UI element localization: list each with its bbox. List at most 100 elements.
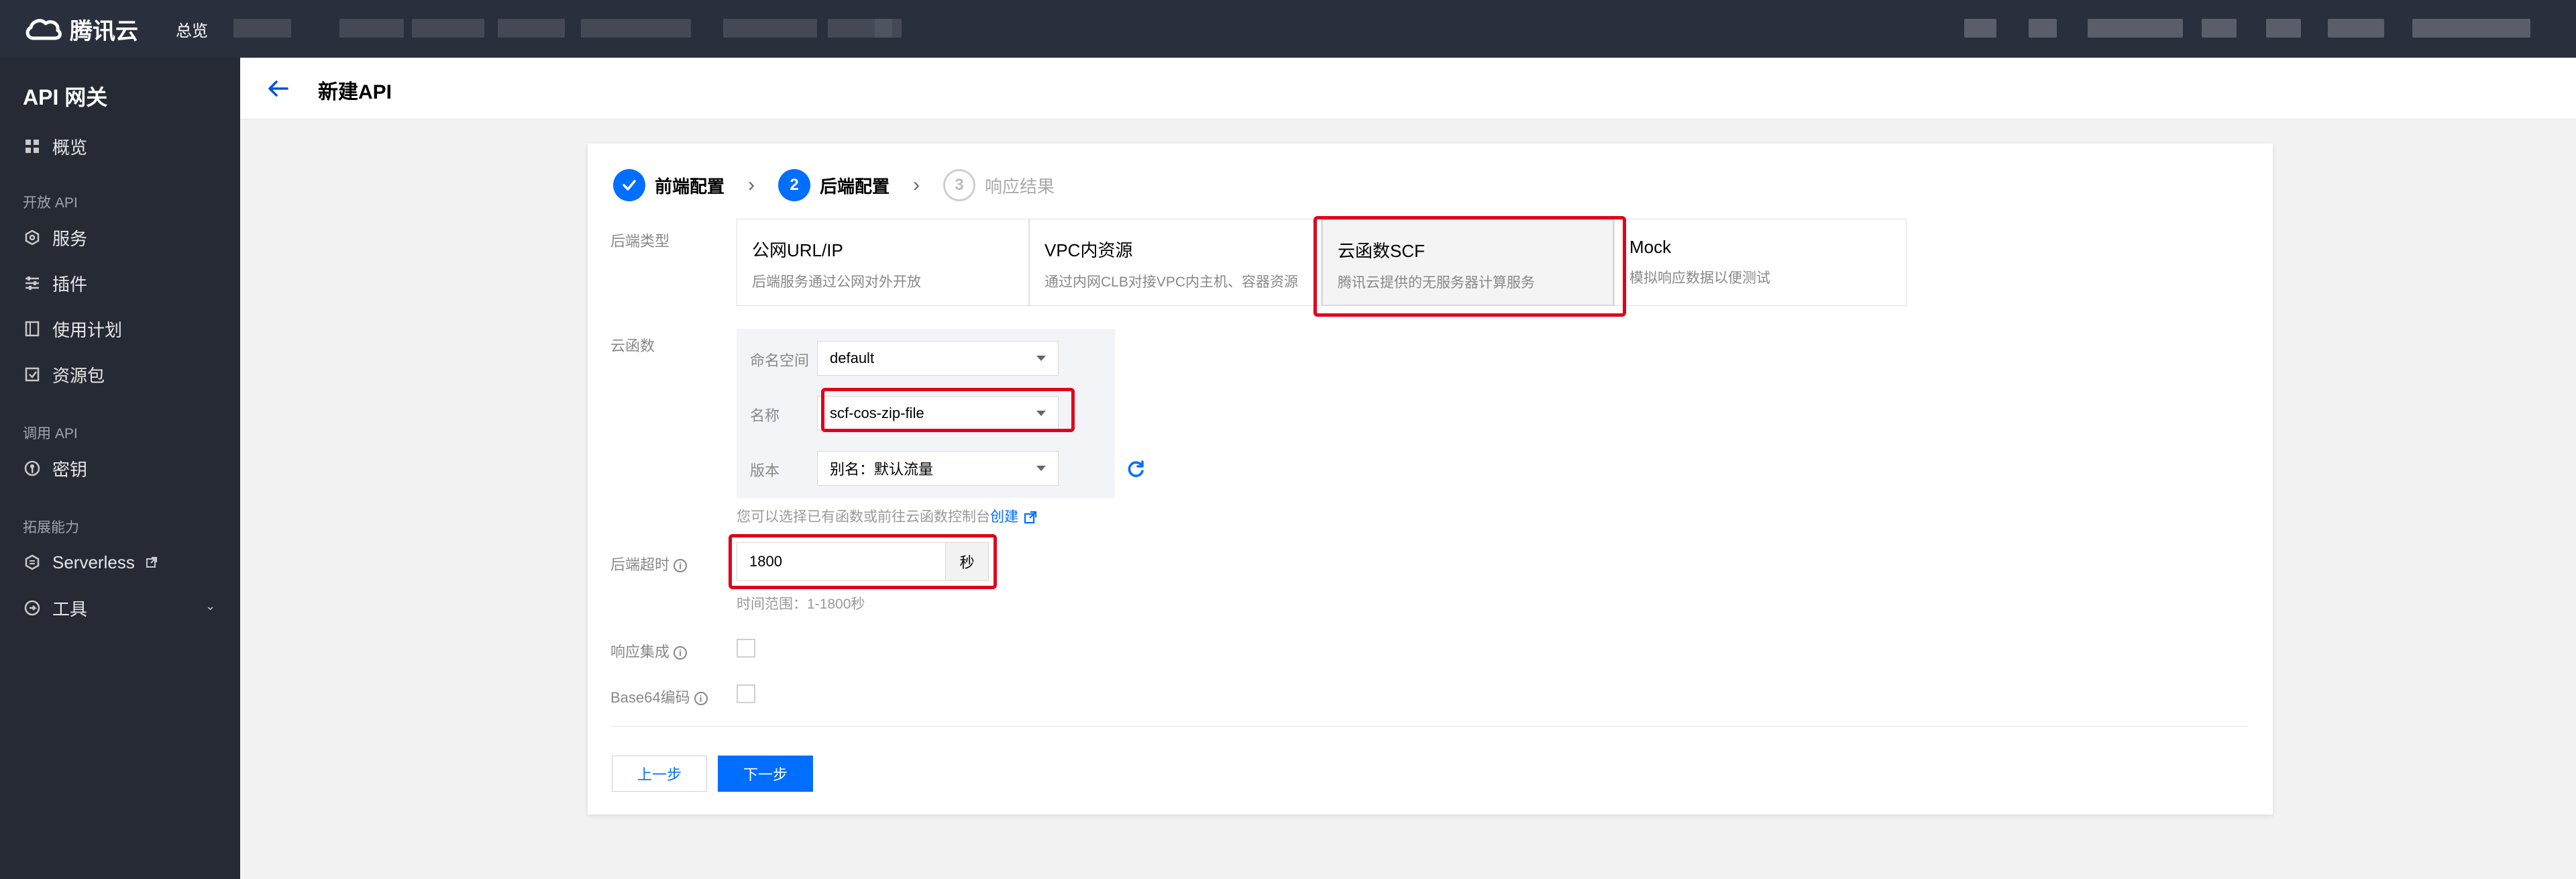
sidebar-group-extensions: 拓展能力 xyxy=(23,520,79,535)
step-frontend-config[interactable]: 前端配置 xyxy=(613,169,724,201)
backend-type-desc: 模拟响应数据以便测试 xyxy=(1629,270,1770,286)
sidebar-item-tools[interactable]: 工具 xyxy=(23,593,87,623)
cube-icon xyxy=(23,228,42,247)
step-response-result: 3 响应结果 xyxy=(943,169,1055,201)
chevron-down-icon[interactable]: ⌄ xyxy=(205,599,215,613)
backend-type-title: VPC内资源 xyxy=(1044,240,1133,260)
sliders-icon xyxy=(23,274,42,293)
timeout-label: 后端超时 xyxy=(610,556,670,573)
cloud-logo-icon xyxy=(25,19,62,40)
sidebar-item-services[interactable]: 服务 xyxy=(23,223,87,252)
check-icon xyxy=(613,169,645,201)
info-icon[interactable]: i xyxy=(674,646,688,660)
response-integration-label-row: 响应集成 i xyxy=(610,640,688,662)
create-function-link[interactable]: 创建 xyxy=(990,509,1018,525)
sidebar-item-resource-packs[interactable]: 资源包 xyxy=(23,360,105,389)
info-icon[interactable]: i xyxy=(674,559,688,573)
sidebar-title: API 网关 xyxy=(23,85,108,109)
function-hint: 您可以选择已有函数或前往云函数控制台创建 xyxy=(737,506,1037,526)
refresh-icon[interactable] xyxy=(1126,459,1146,479)
sidebar-item-usage-plans[interactable]: 使用计划 xyxy=(23,314,122,344)
obscured-nav-item[interactable] xyxy=(339,19,404,38)
function-hint-text: 您可以选择已有函数或前往云函数控制台 xyxy=(737,509,990,525)
external-link-icon xyxy=(146,552,158,573)
obscured-toolbar-item[interactable] xyxy=(2202,19,2237,38)
step-backend-config[interactable]: 2 后端配置 xyxy=(778,169,890,201)
response-integration-checkbox[interactable] xyxy=(737,639,755,658)
brand-logo[interactable]: 腾讯云 xyxy=(23,12,138,46)
highlight-box xyxy=(821,388,1075,432)
response-integration-label: 响应集成 xyxy=(610,643,670,660)
obscured-toolbar-item[interactable] xyxy=(2029,19,2057,38)
select-value: default xyxy=(830,350,875,366)
obscured-toolbar-item[interactable] xyxy=(2328,19,2384,38)
sidebar-item-serverless[interactable]: Serverless xyxy=(23,548,158,577)
step-number: 2 xyxy=(778,169,811,201)
step-label: 前端配置 xyxy=(655,176,725,197)
step-label: 后端配置 xyxy=(820,176,890,197)
next-step-button[interactable]: 下一步 xyxy=(718,756,813,792)
sidebar-group-open-api: 开放 API xyxy=(23,195,78,211)
highlight-box xyxy=(729,534,997,589)
form-card: 前端配置 › 2 后端配置 › 3 响应结果 后端类型 公网URL/IP 后端服… xyxy=(588,144,2273,815)
sidebar-item-label: 使用计划 xyxy=(52,319,123,340)
timeout-label-row: 后端超时 i xyxy=(610,553,688,574)
backend-type-title: 公网URL/IP xyxy=(752,240,843,260)
sidebar-item-overview[interactable]: 概览 xyxy=(23,132,87,161)
page-header: 新建API xyxy=(240,58,2576,119)
step-indicator: 前端配置 › 2 后端配置 › 3 响应结果 xyxy=(613,168,1055,203)
sidebar-item-keys[interactable]: 密钥 xyxy=(23,454,87,483)
sidebar-item-label: 概览 xyxy=(52,137,88,158)
obscured-nav-item[interactable] xyxy=(875,19,902,38)
obscured-account-menu[interactable] xyxy=(2412,19,2530,38)
external-link-icon[interactable] xyxy=(1024,511,1037,524)
obscured-nav-item[interactable] xyxy=(498,19,565,38)
caret-down-icon xyxy=(1036,466,1046,471)
namespace-select[interactable]: default xyxy=(817,341,1059,376)
step-number: 3 xyxy=(943,169,976,201)
obscured-nav-item[interactable] xyxy=(233,19,291,38)
obscured-nav-item[interactable] xyxy=(581,19,691,38)
key-icon xyxy=(23,459,42,478)
backend-type-mock[interactable]: Mock 模拟响应数据以便测试 xyxy=(1614,219,1907,306)
select-value: 别名：默认流量 xyxy=(830,461,934,478)
tools-icon xyxy=(23,599,42,617)
obscured-toolbar-item[interactable] xyxy=(2266,19,2301,38)
sidebar-item-label: Serverless xyxy=(52,552,135,572)
brand-name: 腾讯云 xyxy=(70,18,138,44)
base64-checkbox[interactable] xyxy=(737,684,755,703)
obscured-nav-item[interactable] xyxy=(723,19,817,38)
sidebar-item-label: 资源包 xyxy=(52,365,105,386)
timeout-hint: 时间范围：1-1800秒 xyxy=(737,597,865,612)
name-label: 名称 xyxy=(750,407,780,424)
backend-type-label: 后端类型 xyxy=(610,233,670,250)
chevron-right-icon: › xyxy=(748,174,755,196)
backend-type-public-url[interactable]: 公网URL/IP 后端服务通过公网对外开放 xyxy=(737,219,1029,306)
sidebar-item-label: 密钥 xyxy=(52,459,88,480)
step-label: 响应结果 xyxy=(985,176,1055,197)
base64-label-row: Base64编码 i xyxy=(610,686,708,707)
obscured-toolbar-item[interactable] xyxy=(2088,19,2183,38)
version-select[interactable]: 别名：默认流量 xyxy=(817,451,1059,486)
backend-type-title: Mock xyxy=(1629,237,1672,257)
sidebar-item-plugins[interactable]: 插件 xyxy=(23,268,87,298)
sidebar-item-label: 插件 xyxy=(52,274,88,295)
backend-type-vpc[interactable]: VPC内资源 通过内网CLB对接VPC内主机、容器资源 xyxy=(1029,219,1322,306)
divider xyxy=(610,726,2249,727)
info-icon[interactable]: i xyxy=(694,692,708,706)
caret-down-icon xyxy=(1036,356,1046,361)
obscured-toolbar-item[interactable] xyxy=(1964,19,1996,38)
prev-step-button[interactable]: 上一步 xyxy=(612,756,707,792)
back-arrow-icon[interactable] xyxy=(264,75,291,102)
base64-label: Base64编码 xyxy=(610,689,690,706)
package-icon xyxy=(23,365,42,384)
serverless-icon xyxy=(23,553,42,572)
sidebar-item-label: 服务 xyxy=(52,228,88,249)
document-icon xyxy=(23,319,42,338)
sidebar-group-call-api: 调用 API xyxy=(23,426,78,442)
version-label: 版本 xyxy=(750,462,780,479)
nav-overview-link[interactable]: 总览 xyxy=(176,17,208,41)
sidebar-item-label: 工具 xyxy=(52,599,88,619)
page-title: 新建API xyxy=(318,81,392,103)
obscured-nav-item[interactable] xyxy=(412,19,484,38)
